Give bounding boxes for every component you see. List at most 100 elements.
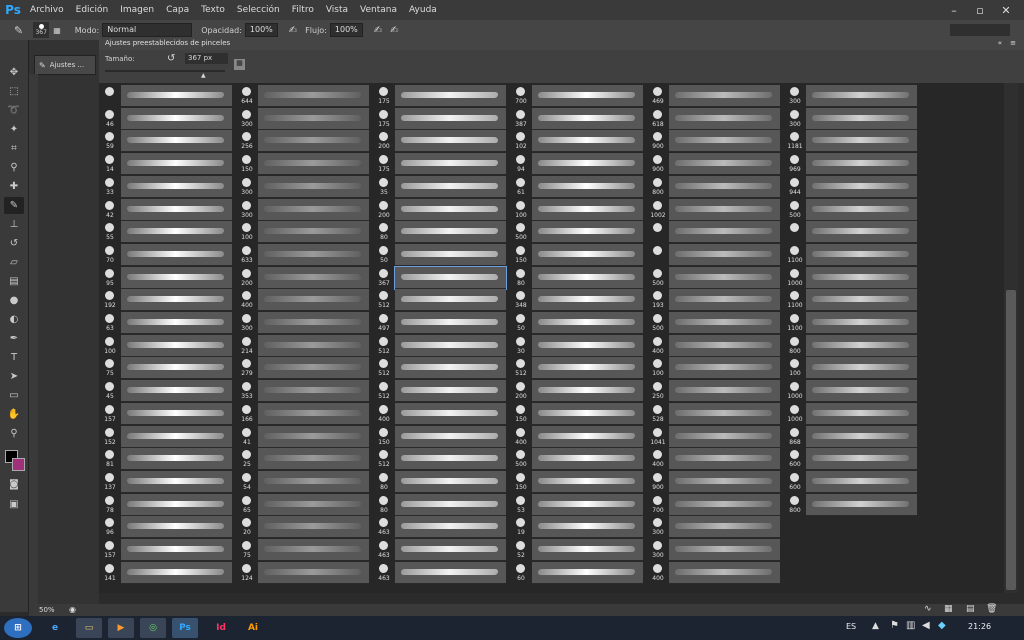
flag-icon[interactable]: ⚑ — [890, 620, 899, 631]
brush-preset-thumbnail[interactable]: 1000 — [786, 380, 804, 401]
brush-preset-item[interactable] — [395, 175, 506, 198]
size-slider-track[interactable] — [105, 70, 225, 72]
brush-preset-thumbnail[interactable]: 700 — [649, 494, 667, 515]
zoom-level[interactable]: 50% — [39, 606, 55, 614]
brush-preset-thumbnail[interactable]: 348 — [512, 289, 530, 310]
brush-preset-item[interactable] — [532, 243, 643, 266]
brush-preset-thumbnail[interactable]: 52 — [512, 539, 530, 560]
brush-preset-item[interactable] — [806, 175, 917, 198]
brush-preset-item[interactable] — [258, 561, 369, 584]
mode-select[interactable]: Normal — [102, 23, 193, 37]
brush-preset-item[interactable] — [532, 289, 643, 312]
brush-preset-thumbnail[interactable]: 512 — [375, 380, 393, 401]
brush-preset-thumbnail[interactable]: 19 — [512, 516, 530, 537]
brush-preset-item[interactable] — [669, 493, 780, 516]
brush-panel-toggle-icon[interactable]: ▦ — [53, 26, 61, 35]
brush-preset-item[interactable] — [669, 425, 780, 448]
brush-preset-thumbnail[interactable]: 387 — [512, 108, 530, 129]
brush-preset-item[interactable] — [669, 470, 780, 493]
brush-preset-thumbnail[interactable]: 512 — [375, 289, 393, 310]
brush-preset-thumbnail[interactable]: 175 — [375, 153, 393, 174]
brush-preset-thumbnail[interactable]: 868 — [786, 426, 804, 447]
brush-preset-thumbnail[interactable]: 75 — [101, 357, 119, 378]
brush-list-scroll-thumb[interactable] — [1006, 290, 1016, 590]
brush-preset-item[interactable] — [395, 221, 506, 244]
volume-icon[interactable]: ◀ — [922, 620, 930, 631]
brush-preset-thumbnail[interactable]: 600 — [786, 448, 804, 469]
brush-preset-thumbnail[interactable]: 80 — [375, 494, 393, 515]
brush-preset-thumbnail[interactable] — [786, 221, 804, 242]
brush-preset-item[interactable] — [395, 289, 506, 312]
brush-preset-thumbnail[interactable]: 100 — [238, 221, 256, 242]
brush-preset-thumbnail[interactable]: 300 — [786, 85, 804, 106]
brush-preset-item[interactable] — [121, 153, 232, 176]
brush-preset-thumbnail[interactable]: 60 — [512, 562, 530, 583]
flow-input[interactable]: 100% — [329, 23, 363, 37]
brush-preset-thumbnail[interactable]: 59 — [101, 130, 119, 151]
brush-preset-item[interactable] — [395, 516, 506, 539]
menu-filtro[interactable]: Filtro — [286, 0, 320, 20]
brush-preset-item[interactable] — [258, 402, 369, 425]
panel-menu-icon[interactable]: ≡ — [1010, 37, 1016, 50]
brush-preset-thumbnail[interactable]: 300 — [238, 176, 256, 197]
menu-texto[interactable]: Texto — [195, 0, 231, 20]
close-icon[interactable]: ✕ — [996, 0, 1016, 20]
brush-preset-thumbnail[interactable]: 497 — [375, 312, 393, 333]
hand-tool-icon[interactable]: ✋ — [4, 406, 24, 423]
brush-preset-thumbnail[interactable]: 469 — [649, 85, 667, 106]
brush-preset-item[interactable] — [532, 448, 643, 471]
brush-preset-item[interactable] — [669, 380, 780, 403]
zoom-info-icon[interactable]: ◉ — [69, 605, 76, 614]
brush-preset-item[interactable] — [258, 175, 369, 198]
brush-preset-thumbnail[interactable]: 250 — [649, 380, 667, 401]
brush-preset-thumbnail[interactable]: 95 — [101, 267, 119, 288]
menu-edicion[interactable]: Edición — [70, 0, 115, 20]
toggle-expanded-view-icon[interactable]: ∿ — [924, 604, 932, 614]
dropbox-icon[interactable]: ◆ — [938, 620, 946, 631]
brush-preset-thumbnail[interactable]: 166 — [238, 403, 256, 424]
brush-preset-thumbnail[interactable]: 944 — [786, 176, 804, 197]
brush-preset-thumbnail[interactable]: 54 — [238, 471, 256, 492]
internet-explorer-icon[interactable]: e — [42, 618, 68, 638]
brush-preset-item[interactable] — [532, 175, 643, 198]
brush-preset-item[interactable] — [121, 221, 232, 244]
brush-preset-thumbnail[interactable]: 1100 — [786, 312, 804, 333]
brush-preset-thumbnail[interactable]: 400 — [649, 335, 667, 356]
brush-preset-thumbnail[interactable]: 200 — [512, 380, 530, 401]
brush-preset-thumbnail[interactable]: 200 — [238, 267, 256, 288]
brush-preset-item[interactable] — [121, 402, 232, 425]
brush-preset-item[interactable] — [395, 470, 506, 493]
brush-preset-thumbnail[interactable]: 25 — [238, 448, 256, 469]
menu-ventana[interactable]: Ventana — [354, 0, 403, 20]
brush-preset-item[interactable] — [806, 221, 917, 244]
menu-capa[interactable]: Capa — [160, 0, 195, 20]
brush-preset-item[interactable] — [258, 516, 369, 539]
brush-preset-item[interactable] — [806, 425, 917, 448]
chrome-icon[interactable]: ◎ — [140, 618, 166, 638]
brush-preset-item[interactable] — [258, 153, 369, 176]
brush-preset-item[interactable] — [395, 493, 506, 516]
brush-preset-thumbnail[interactable]: 152 — [101, 426, 119, 447]
brush-preset-thumbnail[interactable]: 400 — [649, 448, 667, 469]
brush-preset-thumbnail[interactable]: 94 — [512, 153, 530, 174]
brush-preset-item[interactable] — [258, 243, 369, 266]
brush-preset-thumbnail[interactable]: 100 — [101, 335, 119, 356]
brush-preset-thumbnail[interactable]: 300 — [238, 199, 256, 220]
brush-preset-thumbnail[interactable]: 800 — [649, 176, 667, 197]
brush-preset-thumbnail[interactable]: 96 — [101, 516, 119, 537]
illustrator-icon[interactable]: Ai — [240, 618, 266, 638]
brush-tool-icon[interactable]: ✎ — [14, 24, 23, 37]
brush-preset-item[interactable] — [532, 561, 643, 584]
pressure-size-icon[interactable]: ✍ — [390, 25, 398, 36]
brush-preset-thumbnail[interactable]: 618 — [649, 108, 667, 129]
brush-preset-item[interactable] — [121, 243, 232, 266]
brush-preset-thumbnail[interactable]: 1100 — [786, 289, 804, 310]
minimize-icon[interactable]: – — [944, 0, 964, 20]
brush-preset-thumbnail[interactable]: 35 — [375, 176, 393, 197]
brush-preset-item[interactable] — [532, 312, 643, 334]
brush-preset-item[interactable] — [532, 107, 643, 130]
brush-preset-item[interactable] — [121, 561, 232, 584]
brush-preset-item[interactable] — [121, 266, 232, 289]
brush-preset-item[interactable] — [121, 448, 232, 471]
brush-preset-item[interactable] — [806, 198, 917, 221]
